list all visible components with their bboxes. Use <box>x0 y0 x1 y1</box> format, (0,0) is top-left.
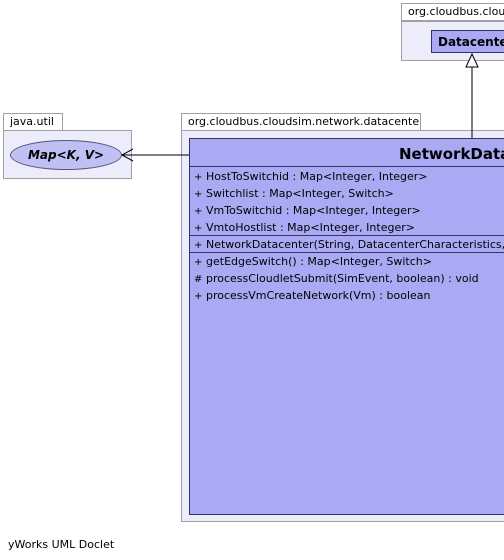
field-row: + HostToSwitchid : Map<Integer, Integer> <box>194 170 428 183</box>
field-row: + Switchlist : Map<Integer, Switch> <box>194 187 394 200</box>
class-map[interactable]: Map<K, V> <box>10 140 122 170</box>
method-row: # processCloudletSubmit(SimEvent, boolean… <box>194 272 479 285</box>
field-row: + VmToSwitchid : Map<Integer, Integer> <box>194 204 421 217</box>
method-row: + getEdgeSwitch() : Map<Integer, Switch> <box>194 255 432 268</box>
package-name: java.util <box>10 115 54 128</box>
separator-fields <box>190 235 504 236</box>
package-tab-top-right: org.cloudbus.clou <box>401 3 504 21</box>
package-tab-network-datacenter: org.cloudbus.cloudsim.network.datacenter <box>181 113 421 131</box>
separator-constructors <box>190 252 504 253</box>
class-name: NetworkDatac <box>399 145 504 163</box>
field-row: + VmtoHostlist : Map<Integer, Integer> <box>194 221 415 234</box>
class-datacenter[interactable]: Datacenter <box>431 30 504 53</box>
package-name: org.cloudbus.cloudsim.network.datacenter <box>188 115 421 128</box>
method-row: + processVmCreateNetwork(Vm) : boolean <box>194 289 431 302</box>
package-name: org.cloudbus.clou <box>408 5 504 18</box>
package-tab-java-util: java.util <box>3 113 63 131</box>
constructor-row: + NetworkDatacenter(String, DatacenterCha… <box>194 238 504 251</box>
class-name: Map<K, V> <box>27 148 105 162</box>
footer-text: yWorks UML Doclet <box>8 538 115 551</box>
separator-name <box>190 166 504 167</box>
class-network-datacenter[interactable]: NetworkDatac +HostToSwitchid : Map<Integ… <box>189 138 504 515</box>
class-name: Datacenter <box>438 35 504 49</box>
